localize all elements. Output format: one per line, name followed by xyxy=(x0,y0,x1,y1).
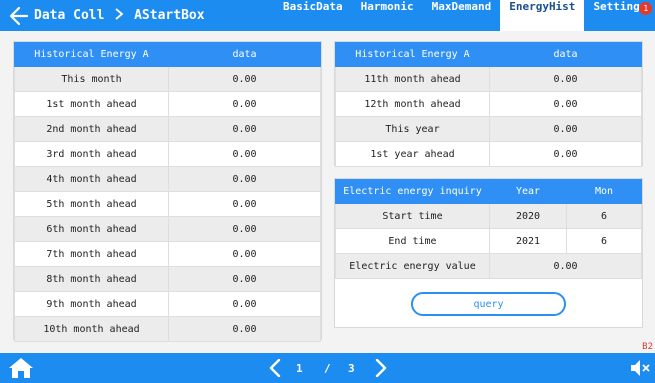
header-year: Year xyxy=(489,179,567,204)
header-data: data xyxy=(489,42,642,67)
right-energy-panel: Historical Energy A data 11th month ahea… xyxy=(334,41,643,167)
table-row: 3rd month ahead 0.00 xyxy=(14,141,321,167)
row-value: 0.00 xyxy=(168,141,321,167)
table-row: This year 0.00 xyxy=(335,116,642,142)
row-label: 1st month ahead xyxy=(14,91,169,117)
table-row: This month 0.00 xyxy=(14,66,321,92)
row-value: 0.00 xyxy=(168,316,321,342)
bottom-bar: 1 / 3 xyxy=(0,353,655,383)
breadcrumb-device: AStartBox xyxy=(134,8,205,23)
page-separator: / xyxy=(324,362,331,375)
row-value: 0.00 xyxy=(168,166,321,192)
row-label: 10th month ahead xyxy=(14,316,169,342)
table-row: 11th month ahead 0.00 xyxy=(335,66,642,92)
tab-basic-data[interactable]: BasicData xyxy=(274,0,352,31)
table-header-row: Electric energy inquiry Year Mon xyxy=(335,179,642,204)
header-historical-energy: Historical Energy A xyxy=(14,42,169,67)
tab-harmonic[interactable]: Harmonic xyxy=(352,0,423,31)
row-label: 12th month ahead xyxy=(335,91,490,117)
table-row: 8th month ahead 0.00 xyxy=(14,266,321,292)
row-value: 0.00 xyxy=(489,66,642,92)
row-label: 8th month ahead xyxy=(14,266,169,292)
table-row: 10th month ahead 0.00 xyxy=(14,316,321,342)
row-label: 4th month ahead xyxy=(14,166,169,192)
tab-settings[interactable]: Settings 1 xyxy=(584,0,655,31)
row-value: 0.00 xyxy=(489,141,642,167)
end-time-row: End time 2021 6 xyxy=(335,228,642,254)
tab-energy-hist[interactable]: EnergyHist xyxy=(500,0,585,31)
home-icon[interactable] xyxy=(8,357,34,379)
table-row: 2nd month ahead 0.00 xyxy=(14,116,321,142)
table-row: 6th month ahead 0.00 xyxy=(14,216,321,242)
row-label: This month xyxy=(14,66,169,92)
table-row: 7th month ahead 0.00 xyxy=(14,241,321,267)
energy-value: 0.00 xyxy=(489,253,642,279)
end-month-field[interactable]: 6 xyxy=(566,228,642,254)
table-header-row: Historical Energy A data xyxy=(14,42,321,67)
current-page: 1 xyxy=(296,362,303,375)
row-value: 0.00 xyxy=(489,116,642,142)
table-row: 9th month ahead 0.00 xyxy=(14,291,321,317)
row-label: 2nd month ahead xyxy=(14,116,169,142)
row-value: 0.00 xyxy=(489,91,642,117)
left-energy-table: Historical Energy A data This month 0.00 … xyxy=(14,42,321,342)
row-label: 7th month ahead xyxy=(14,241,169,267)
prev-page-icon[interactable] xyxy=(268,359,282,377)
notification-badge: 1 xyxy=(639,2,653,15)
speaker-mute-icon[interactable] xyxy=(629,358,651,378)
end-year-field[interactable]: 2021 xyxy=(489,228,567,254)
query-button[interactable]: query xyxy=(411,292,566,316)
row-value: 0.00 xyxy=(168,291,321,317)
start-month-field[interactable]: 6 xyxy=(566,203,642,229)
energy-value-row: Electric energy value 0.00 xyxy=(335,253,642,279)
row-label: 9th month ahead xyxy=(14,291,169,317)
row-label: This year xyxy=(335,116,490,142)
row-label: 1st year ahead xyxy=(335,141,490,167)
header-data: data xyxy=(168,42,321,67)
row-value: 0.00 xyxy=(168,91,321,117)
energy-value-label: Electric energy value xyxy=(335,253,490,279)
right-energy-table: Historical Energy A data 11th month ahea… xyxy=(335,42,642,167)
row-value: 0.00 xyxy=(168,216,321,242)
row-value: 0.00 xyxy=(168,116,321,142)
breadcrumb-title[interactable]: Data Coll xyxy=(34,8,104,23)
left-energy-panel: Historical Energy A data This month 0.00 … xyxy=(13,41,322,342)
table-row: 4th month ahead 0.00 xyxy=(14,166,321,192)
table-header-row: Historical Energy A data xyxy=(335,42,642,67)
top-bar: Data Coll AStartBox BasicData Harmonic M… xyxy=(0,0,655,31)
tab-bar: BasicData Harmonic MaxDemand EnergyHist … xyxy=(274,0,655,31)
breadcrumb: Data Coll AStartBox xyxy=(34,8,205,23)
table-row: 1st month ahead 0.00 xyxy=(14,91,321,117)
row-label: 11th month ahead xyxy=(335,66,490,92)
row-label: 5th month ahead xyxy=(14,191,169,217)
tab-max-demand[interactable]: MaxDemand xyxy=(423,0,501,31)
header-month: Mon xyxy=(566,179,642,204)
table-row: 1st year ahead 0.00 xyxy=(335,141,642,167)
inquiry-table: Electric energy inquiry Year Mon Start t… xyxy=(335,179,642,279)
row-value: 0.00 xyxy=(168,66,321,92)
next-page-icon[interactable] xyxy=(374,359,388,377)
header-energy-inquiry: Electric energy inquiry xyxy=(335,179,490,204)
total-pages: 3 xyxy=(348,362,355,375)
row-label: 3rd month ahead xyxy=(14,141,169,167)
row-value: 0.00 xyxy=(168,266,321,292)
row-label: 6th month ahead xyxy=(14,216,169,242)
header-historical-energy: Historical Energy A xyxy=(335,42,490,67)
start-time-row: Start time 2020 6 xyxy=(335,203,642,229)
row-value: 0.00 xyxy=(168,191,321,217)
energy-inquiry-panel: Electric energy inquiry Year Mon Start t… xyxy=(334,178,643,328)
start-time-label: Start time xyxy=(335,203,490,229)
table-row: 12th month ahead 0.00 xyxy=(335,91,642,117)
corner-code: B2 xyxy=(642,342,653,352)
start-year-field[interactable]: 2020 xyxy=(489,203,567,229)
back-arrow-icon[interactable] xyxy=(8,5,30,27)
chevron-right-icon xyxy=(114,8,124,23)
row-value: 0.00 xyxy=(168,241,321,267)
end-time-label: End time xyxy=(335,228,490,254)
table-row: 5th month ahead 0.00 xyxy=(14,191,321,217)
